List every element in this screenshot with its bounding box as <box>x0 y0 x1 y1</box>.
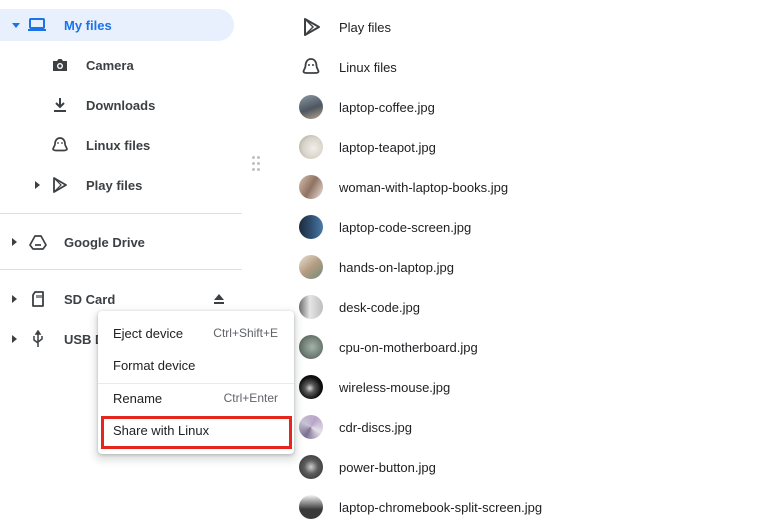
sidebar-item-label: Linux files <box>86 138 151 153</box>
menu-item-label: Format device <box>113 358 196 373</box>
eject-icon[interactable] <box>210 290 228 308</box>
list-item[interactable]: cpu-on-motherboard.jpg <box>290 327 782 367</box>
play-store-icon <box>51 176 69 194</box>
file-name: woman-with-laptop-books.jpg <box>339 180 509 195</box>
linux-penguin-icon <box>51 136 69 154</box>
list-item[interactable]: laptop-teapot.jpg <box>290 127 782 167</box>
sd-card-icon <box>29 290 47 308</box>
sidebar-item-label: My files <box>64 18 112 33</box>
image-thumbnail <box>299 255 323 279</box>
image-thumbnail <box>299 495 323 519</box>
file-name: wireless-mouse.jpg <box>339 380 451 395</box>
collapse-arrow-icon[interactable] <box>12 23 20 28</box>
sidebar-item-label: SD Card <box>64 292 116 307</box>
menu-item-eject-device[interactable]: Eject device Ctrl+Shift+E <box>98 317 294 349</box>
image-thumbnail <box>299 375 323 399</box>
file-name: Play files <box>339 20 392 35</box>
linux-penguin-icon <box>299 55 323 79</box>
sidebar-item-my-files[interactable]: My files <box>0 9 234 41</box>
list-item[interactable]: cdr-discs.jpg <box>290 407 782 447</box>
sidebar-divider <box>0 213 242 214</box>
file-name: hands-on-laptop.jpg <box>339 260 454 275</box>
keyboard-shortcut: Ctrl+Enter <box>223 391 278 405</box>
download-icon <box>51 96 69 114</box>
file-name: Linux files <box>339 60 397 75</box>
sidebar-item-play-files[interactable]: Play files <box>0 169 242 201</box>
file-name: desk-code.jpg <box>339 300 420 315</box>
file-name: laptop-coffee.jpg <box>339 100 435 115</box>
image-thumbnail <box>299 95 323 119</box>
file-name: laptop-code-screen.jpg <box>339 220 472 235</box>
list-item[interactable]: laptop-code-screen.jpg <box>290 207 782 247</box>
sidebar-item-downloads[interactable]: Downloads <box>0 89 242 121</box>
image-thumbnail <box>299 135 323 159</box>
expand-arrow-icon[interactable] <box>12 238 17 246</box>
expand-arrow-icon[interactable] <box>12 335 17 343</box>
sidebar-item-label: Google Drive <box>64 235 145 250</box>
menu-item-label: Rename <box>113 391 163 406</box>
sidebar-item-linux-files[interactable]: Linux files <box>0 129 242 161</box>
sidebar-item-label: Downloads <box>86 98 156 113</box>
list-item[interactable]: woman-with-laptop-books.jpg <box>290 167 782 207</box>
file-name: power-button.jpg <box>339 460 436 475</box>
menu-item-format-device[interactable]: Format device <box>98 349 294 381</box>
keyboard-shortcut: Ctrl+Shift+E <box>213 326 278 340</box>
menu-item-label: Eject device <box>113 326 184 341</box>
list-item[interactable]: desk-code.jpg <box>290 287 782 327</box>
image-thumbnail <box>299 455 323 479</box>
expand-arrow-icon[interactable] <box>12 295 17 303</box>
file-name: cpu-on-motherboard.jpg <box>339 340 478 355</box>
image-thumbnail <box>299 415 323 439</box>
list-item[interactable]: Linux files <box>290 47 782 87</box>
sidebar-divider <box>0 269 242 270</box>
sidebar-item-label: Camera <box>86 58 134 73</box>
camera-icon <box>51 56 69 74</box>
list-item[interactable]: hands-on-laptop.jpg <box>290 247 782 287</box>
list-item[interactable]: wireless-mouse.jpg <box>290 367 782 407</box>
image-thumbnail <box>299 335 323 359</box>
play-store-icon <box>299 15 323 39</box>
file-name: laptop-teapot.jpg <box>339 140 436 155</box>
sidebar-item-camera[interactable]: Camera <box>0 49 242 81</box>
sidebar-item-label: Play files <box>86 178 143 193</box>
image-thumbnail <box>299 215 323 239</box>
list-item[interactable]: laptop-coffee.jpg <box>290 87 782 127</box>
file-name: cdr-discs.jpg <box>339 420 412 435</box>
menu-item-rename[interactable]: Rename Ctrl+Enter <box>98 382 294 414</box>
sidebar-resize-handle[interactable] <box>252 156 260 172</box>
sidebar-item-google-drive[interactable]: Google Drive <box>0 226 242 258</box>
list-item[interactable]: power-button.jpg <box>290 447 782 487</box>
image-thumbnail <box>299 175 323 199</box>
google-drive-icon <box>29 233 47 251</box>
file-list: Play files Linux files laptop-coffee.jpg… <box>290 7 782 527</box>
list-item[interactable]: Play files <box>290 7 782 47</box>
image-thumbnail <box>299 295 323 319</box>
expand-arrow-icon[interactable] <box>35 181 40 189</box>
laptop-icon <box>28 16 46 34</box>
list-item[interactable]: laptop-chromebook-split-screen.jpg <box>290 487 782 527</box>
highlight-box <box>101 416 292 449</box>
usb-icon <box>29 329 47 348</box>
